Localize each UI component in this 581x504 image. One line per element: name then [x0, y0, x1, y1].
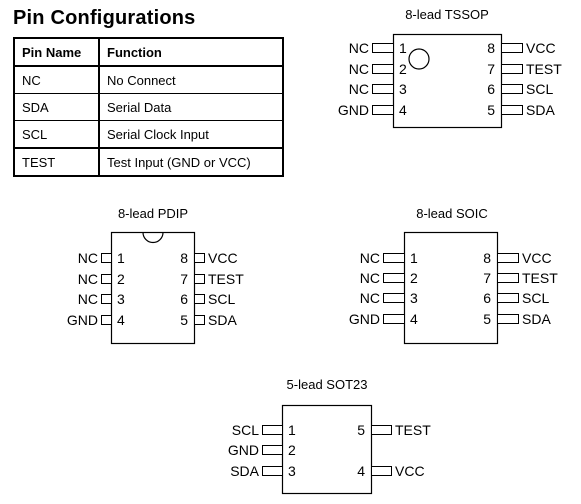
pin-label: GND — [338, 102, 369, 118]
sot23-package-body — [281, 404, 373, 495]
pin-number: 7 — [180, 271, 188, 287]
tssop-package-body — [392, 33, 503, 129]
pin-lead — [371, 466, 392, 476]
pin-number: 8 — [180, 250, 188, 266]
pin-lead — [372, 64, 394, 74]
pin-lead — [262, 425, 283, 435]
pin-label: TEST — [522, 270, 558, 286]
pin-number: 5 — [180, 312, 188, 328]
pin-label: SCL — [522, 290, 549, 306]
pin-lead — [501, 105, 523, 115]
pin-label: GND — [67, 312, 98, 328]
pin-lead — [501, 64, 523, 74]
pin-number: 4 — [399, 102, 407, 118]
pin-number: 2 — [288, 442, 296, 458]
package-diagrams: 1 NC 2 NC 3 NC 4 GND 8 VCC 7 TEST 6 SCL 5 SDA 1 NC 2 NC 3 NC 4… — [67, 33, 562, 495]
pin-number: 5 — [357, 422, 365, 438]
pin-lead — [101, 294, 112, 304]
pin-lead — [101, 274, 112, 284]
pin-number: 6 — [483, 290, 491, 306]
pin-lead — [501, 43, 523, 53]
pin-lead — [194, 294, 205, 304]
pin-number: 1 — [399, 40, 407, 56]
pin-label: SDA — [230, 463, 259, 479]
pin-label: SDA — [526, 102, 555, 118]
pin-number: 8 — [487, 40, 495, 56]
pin-number: 7 — [487, 61, 495, 77]
pin-number: 1 — [410, 250, 418, 266]
pin-lead — [383, 293, 405, 303]
pin-number: 1 — [117, 250, 125, 266]
pin-number: 2 — [410, 270, 418, 286]
pin-number: 3 — [399, 81, 407, 97]
pin-label: SDA — [522, 311, 551, 327]
pin-label: NC — [78, 291, 98, 307]
pin-label: NC — [78, 271, 98, 287]
pin-label: TEST — [526, 61, 562, 77]
pin-lead — [497, 293, 519, 303]
pin-lead — [497, 253, 519, 263]
pin-label: GND — [228, 442, 259, 458]
pin-label: VCC — [395, 463, 425, 479]
pin-label: NC — [78, 250, 98, 266]
pin-label: TEST — [395, 422, 431, 438]
pin-lead — [371, 425, 392, 435]
pin-number: 4 — [410, 311, 418, 327]
pin-number: 7 — [483, 270, 491, 286]
pin-label: VCC — [208, 250, 238, 266]
pin-lead — [383, 273, 405, 283]
pin-label: TEST — [208, 271, 244, 287]
pin-number: 6 — [487, 81, 495, 97]
pin-lead — [497, 273, 519, 283]
pin-label: SDA — [208, 312, 237, 328]
pin-label: NC — [360, 270, 380, 286]
pin-number: 4 — [357, 463, 365, 479]
pin-label: SCL — [208, 291, 235, 307]
pin-number: 3 — [410, 290, 418, 306]
pin-number: 8 — [483, 250, 491, 266]
pin-lead — [372, 84, 394, 94]
pin-label: NC — [349, 81, 369, 97]
pin-lead — [262, 466, 283, 476]
pin-label: VCC — [526, 40, 556, 56]
pin-label: NC — [360, 250, 380, 266]
pin-number: 3 — [117, 291, 125, 307]
pin-label: NC — [349, 40, 369, 56]
pin-lead — [497, 314, 519, 324]
pin-lead — [372, 105, 394, 115]
pin-lead — [383, 314, 405, 324]
pin-label: VCC — [522, 250, 552, 266]
pin-lead — [383, 253, 405, 263]
pin-label: NC — [360, 290, 380, 306]
pin-number: 6 — [180, 291, 188, 307]
pin-number: 2 — [117, 271, 125, 287]
pin-number: 4 — [117, 312, 125, 328]
pin-lead — [372, 43, 394, 53]
pin-lead — [262, 445, 283, 455]
pin-lead — [194, 253, 205, 263]
pin-number: 5 — [483, 311, 491, 327]
pin-number: 5 — [487, 102, 495, 118]
pin-lead — [101, 315, 112, 325]
pin-number: 3 — [288, 463, 296, 479]
pin-lead — [194, 315, 205, 325]
pin-label: SCL — [526, 81, 553, 97]
pin-number: 2 — [399, 61, 407, 77]
pin-label: SCL — [232, 422, 259, 438]
pin-label: GND — [349, 311, 380, 327]
pin-lead — [501, 84, 523, 94]
pin-lead — [194, 274, 205, 284]
pin-lead — [101, 253, 112, 263]
pin-label: NC — [349, 61, 369, 77]
pin-number: 1 — [288, 422, 296, 438]
